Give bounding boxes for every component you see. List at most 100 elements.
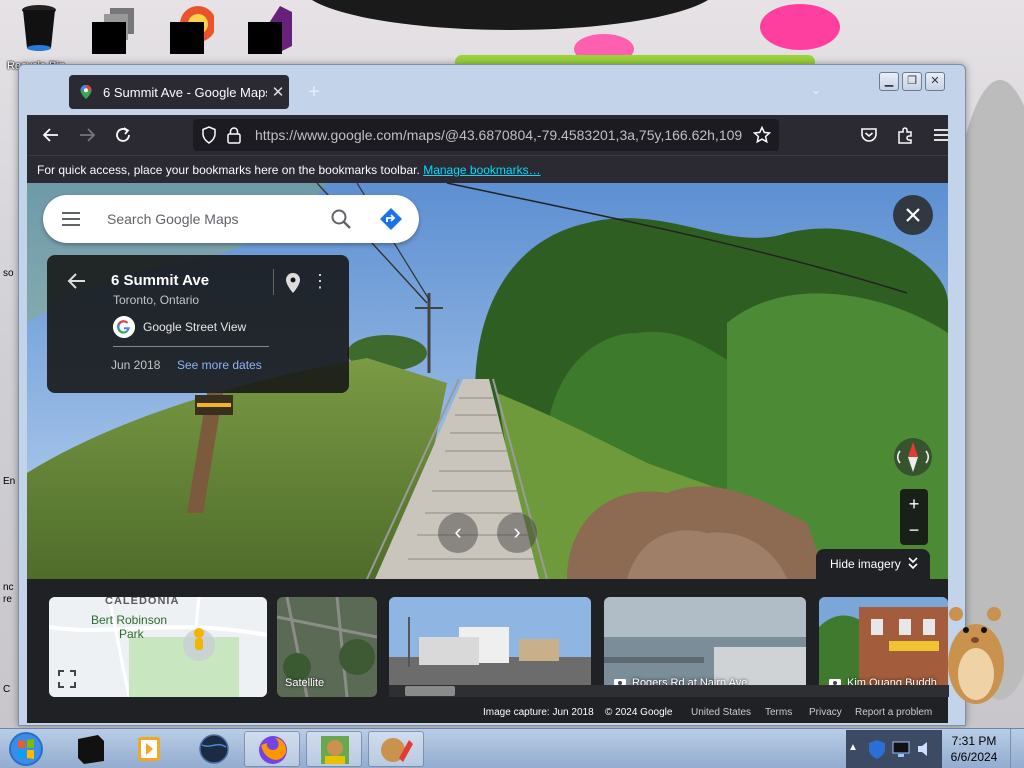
satellite-thumbnail[interactable]: Satellite [277,597,377,697]
media-player-icon [138,737,160,761]
pocket-button[interactable] [855,121,883,149]
scrollbar-thumb[interactable] [405,686,455,696]
divider [273,269,274,295]
directions-icon[interactable] [379,207,403,231]
desktop-wallpaper-heart [760,4,840,50]
pan-left-button[interactable]: ‹ [438,513,478,553]
fullscreen-icon[interactable] [57,669,77,689]
desktop-icon-redacted[interactable] [84,4,144,66]
divider [113,346,269,347]
desktop-icon-browser[interactable] [162,4,222,66]
close-street-view-button[interactable] [893,195,933,235]
new-tab-button[interactable]: + [301,79,327,105]
search-icon[interactable] [329,207,353,231]
tab-close-icon[interactable]: ✕ [267,83,289,101]
chevron-down-icon [908,557,918,570]
hamster-mascot-icon[interactable] [942,600,1012,710]
redaction-box [92,22,126,54]
back-button[interactable] [37,121,65,149]
photo-thumbnail[interactable]: Rogers Rd at Nairn Ave [604,597,806,697]
taskbar-app-globe[interactable] [186,731,242,767]
bookmarks-hint-text: For quick access, place your bookmarks h… [37,163,420,177]
app-menu-button[interactable] [927,121,955,149]
desktop-icon-visual-studio[interactable] [240,4,300,66]
maps-search-box[interactable]: Search Google Maps [43,195,419,243]
black-cube-icon [78,735,104,764]
terms-link[interactable]: Terms [765,707,792,718]
thumbnail-caption: Satellite [285,677,325,689]
desktop-icon-recycle-bin[interactable]: Recycle Bin [6,4,66,72]
zoom-in-button[interactable]: + [900,491,928,517]
taskbar-app-paint[interactable] [368,731,424,767]
recycle-bin-icon [22,5,56,51]
pan-right-button[interactable]: › [497,513,537,553]
taskbar-app-media-player[interactable] [122,731,178,767]
system-clock[interactable]: 7:31 PM 6/6/2024 [942,733,1006,765]
street-view-panorama[interactable]: Search Google Maps 6 Summit Ave Toronto,… [27,183,948,579]
place-subtitle: Toronto, Ontario [113,293,200,307]
desktop-side-label: En [3,476,16,487]
network-icon[interactable] [890,738,912,760]
street-view-thumbnail-image [389,597,591,697]
map-label: Park [119,627,144,641]
zoom-control: + − [900,489,928,545]
hamburger-menu-icon[interactable] [59,207,83,231]
close-window-button[interactable]: ✕ [925,72,945,91]
strip-scrollbar[interactable] [389,685,949,697]
window-titlebar[interactable]: 6 Summit Ave - Google Maps ✕ + ⌄ ▁ ❐ ✕ [19,65,965,115]
tab-google-maps[interactable]: 6 Summit Ave - Google Maps ✕ [69,75,289,109]
region-link[interactable]: United States [691,707,751,718]
navigation-toolbar: https://www.google.com/maps/@43.6870804,… [27,115,948,155]
photo-thumbnail[interactable]: Kim Quang Buddh [819,597,948,697]
clock-time: 7:31 PM [951,734,997,748]
manage-bookmarks-link[interactable]: Manage bookmarks… [423,163,540,177]
map-thumbnail-image [49,597,267,697]
puzzle-piece-icon [898,127,912,144]
volume-icon[interactable] [916,738,934,760]
browser-window: 6 Summit Ave - Google Maps ✕ + ⌄ ▁ ❐ ✕ h… [18,64,966,726]
arrow-left-icon [42,128,58,142]
see-more-dates-link[interactable]: See more dates [177,358,262,372]
forward-button[interactable] [73,121,101,149]
zoom-out-button[interactable]: − [900,517,928,543]
arrow-left-icon[interactable] [65,269,89,293]
security-shield-icon[interactable] [866,738,888,760]
url-text[interactable]: https://www.google.com/maps/@43.6870804,… [255,127,745,143]
report-problem-link[interactable]: Report a problem [855,707,932,718]
imagery-strip: CALEDONIA Bert Robinson Park Satellite R… [27,579,949,723]
more-options-icon[interactable]: ⋮ [311,269,329,293]
redaction-box [248,22,282,54]
extensions-button[interactable] [891,121,919,149]
hide-imagery-button[interactable]: Hide imagery [816,549,930,579]
list-all-tabs-chevron-icon[interactable]: ⌄ [805,83,827,103]
desktop-wallpaper-shape [300,0,720,30]
close-icon [906,208,920,222]
compass-button[interactable] [893,437,933,477]
source-label: Google Street View [143,320,247,334]
clock-date: 6/6/2024 [950,750,998,764]
paint-app-icon [381,738,413,762]
desktop-side-label: so [3,268,14,279]
map-thumbnail[interactable]: CALEDONIA Bert Robinson Park [49,597,267,697]
lock-icon[interactable] [226,126,242,144]
maps-footer: Image capture: Jun 2018 © 2024 Google Un… [27,701,948,723]
show-hidden-icons-chevron-icon[interactable]: ▲ [848,742,858,753]
street-view-thumbnail[interactable] [389,597,591,697]
redaction-box [170,22,204,54]
place-title: 6 Summit Ave [111,272,210,289]
privacy-link[interactable]: Privacy [809,707,842,718]
maximize-button[interactable]: ❐ [902,72,922,91]
location-pin-icon[interactable] [285,273,301,293]
star-bookmark-icon[interactable] [753,126,771,144]
shield-icon [202,126,216,144]
address-bar[interactable]: https://www.google.com/maps/@43.6870804,… [193,119,779,151]
start-button[interactable] [6,731,46,767]
taskbar-app-box-game[interactable] [306,731,362,767]
taskbar-app-black-cube[interactable] [62,731,118,767]
taskbar-app-firefox[interactable] [244,731,300,767]
show-desktop-button[interactable] [1010,729,1024,768]
notification-area: ▲ [846,730,942,768]
search-input-placeholder[interactable]: Search Google Maps [107,211,239,227]
reload-button[interactable] [109,121,137,149]
minimize-button[interactable]: ▁ [879,72,899,91]
